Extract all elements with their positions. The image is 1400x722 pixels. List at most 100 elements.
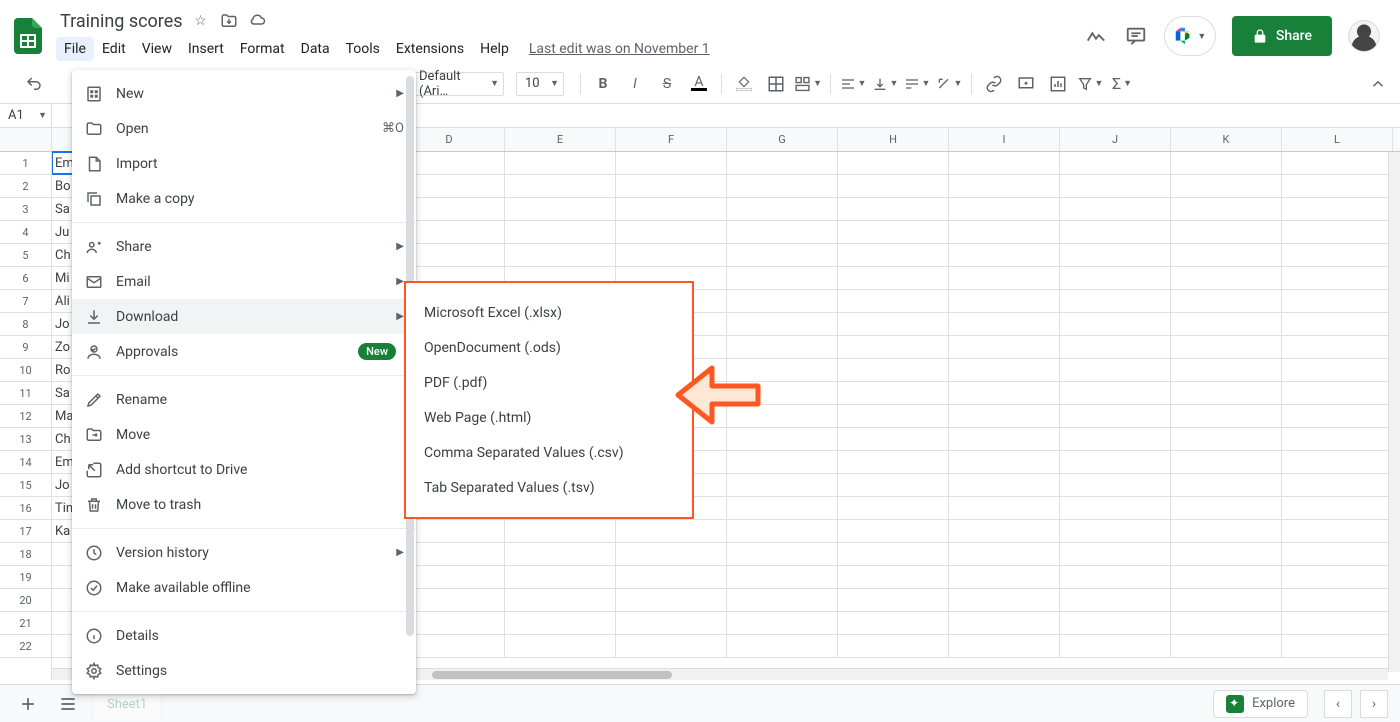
row-header[interactable]: 8 [0,313,51,336]
cell[interactable] [1171,428,1282,450]
cell[interactable] [1282,152,1393,174]
cell[interactable] [616,589,727,611]
row-header[interactable]: 5 [0,244,51,267]
cell[interactable] [838,428,949,450]
cell[interactable] [1282,336,1393,358]
cell[interactable] [949,313,1060,335]
cell[interactable] [616,175,727,197]
cell[interactable] [949,543,1060,565]
cell[interactable] [727,566,838,588]
name-box[interactable]: A1▼ [0,104,52,127]
cell[interactable] [949,635,1060,657]
borders-button[interactable] [762,70,790,98]
cell[interactable] [727,198,838,220]
cell[interactable] [949,198,1060,220]
file-open[interactable]: Open ⌘O [72,111,416,146]
cell[interactable] [1060,612,1171,634]
cell[interactable] [949,428,1060,450]
cell[interactable] [1060,543,1171,565]
cell[interactable] [1282,520,1393,542]
column-header[interactable]: J [1060,128,1171,151]
file-settings[interactable]: Settings [72,653,416,688]
cell[interactable] [505,520,616,542]
file-download[interactable]: Download ▶ [72,299,416,334]
cell[interactable] [1060,244,1171,266]
cell[interactable] [616,221,727,243]
cell[interactable] [727,635,838,657]
cell[interactable] [616,198,727,220]
explore-button[interactable]: Explore [1213,690,1308,718]
cell[interactable] [727,244,838,266]
menu-extensions[interactable]: Extensions [388,37,472,61]
file-share[interactable]: Share ▶ [72,229,416,264]
row-header[interactable]: 18 [0,543,51,566]
row-header[interactable]: 7 [0,290,51,313]
cell[interactable] [949,152,1060,174]
file-move[interactable]: Move [72,417,416,452]
cell[interactable] [949,451,1060,473]
cell[interactable] [949,244,1060,266]
cell[interactable] [727,290,838,312]
cell[interactable] [727,612,838,634]
cell[interactable] [949,566,1060,588]
row-header[interactable]: 11 [0,382,51,405]
cell[interactable] [1282,175,1393,197]
merge-button[interactable]: ▼ [794,70,822,98]
column-header[interactable]: E [505,128,616,151]
column-header[interactable]: K [1171,128,1282,151]
wrap-button[interactable]: ▼ [903,70,931,98]
star-icon[interactable]: ☆ [191,11,211,31]
download-format-option[interactable]: Tab Separated Values (.tsv) [406,470,692,505]
cell[interactable] [949,612,1060,634]
cell[interactable] [1282,382,1393,404]
column-header[interactable]: G [727,128,838,151]
cell[interactable] [1282,313,1393,335]
cell[interactable] [505,198,616,220]
cell[interactable] [727,313,838,335]
menu-tools[interactable]: Tools [338,37,388,61]
cell[interactable] [1171,451,1282,473]
cell[interactable] [727,497,838,519]
cell[interactable] [727,175,838,197]
file-version-history[interactable]: Version history ▶ [72,535,416,570]
cell[interactable] [1171,267,1282,289]
cell[interactable] [1171,198,1282,220]
cell[interactable] [949,405,1060,427]
cell[interactable] [1282,451,1393,473]
cell[interactable] [1060,382,1171,404]
row-header[interactable]: 12 [0,405,51,428]
cell[interactable] [727,520,838,542]
cell[interactable] [1171,313,1282,335]
cell[interactable] [1060,198,1171,220]
cell[interactable] [838,497,949,519]
cell[interactable] [505,589,616,611]
cell[interactable] [505,244,616,266]
cell[interactable] [505,152,616,174]
column-header[interactable]: L [1282,128,1393,151]
download-format-option[interactable]: Web Page (.html) [406,400,692,435]
cell[interactable] [1060,451,1171,473]
cell[interactable] [1171,359,1282,381]
cell[interactable] [1171,566,1282,588]
row-header[interactable]: 20 [0,589,51,612]
cell[interactable] [727,589,838,611]
cell[interactable] [616,566,727,588]
halign-button[interactable]: ▼ [839,70,867,98]
chart-button[interactable] [1044,70,1072,98]
menu-edit[interactable]: Edit [94,37,134,61]
cell[interactable] [1282,497,1393,519]
cell[interactable] [838,382,949,404]
cell[interactable] [727,474,838,496]
comment-button[interactable] [1012,70,1040,98]
menu-insert[interactable]: Insert [180,37,232,61]
meet-button[interactable]: ▼ [1164,16,1216,56]
collapse-toolbar-button[interactable] [1366,72,1390,96]
cell[interactable] [1282,474,1393,496]
cell[interactable] [1171,152,1282,174]
select-all-corner[interactable] [0,128,51,152]
cell[interactable] [727,267,838,289]
menu-view[interactable]: View [134,37,180,61]
cell[interactable] [616,543,727,565]
cell[interactable] [1282,267,1393,289]
cell[interactable] [1171,635,1282,657]
